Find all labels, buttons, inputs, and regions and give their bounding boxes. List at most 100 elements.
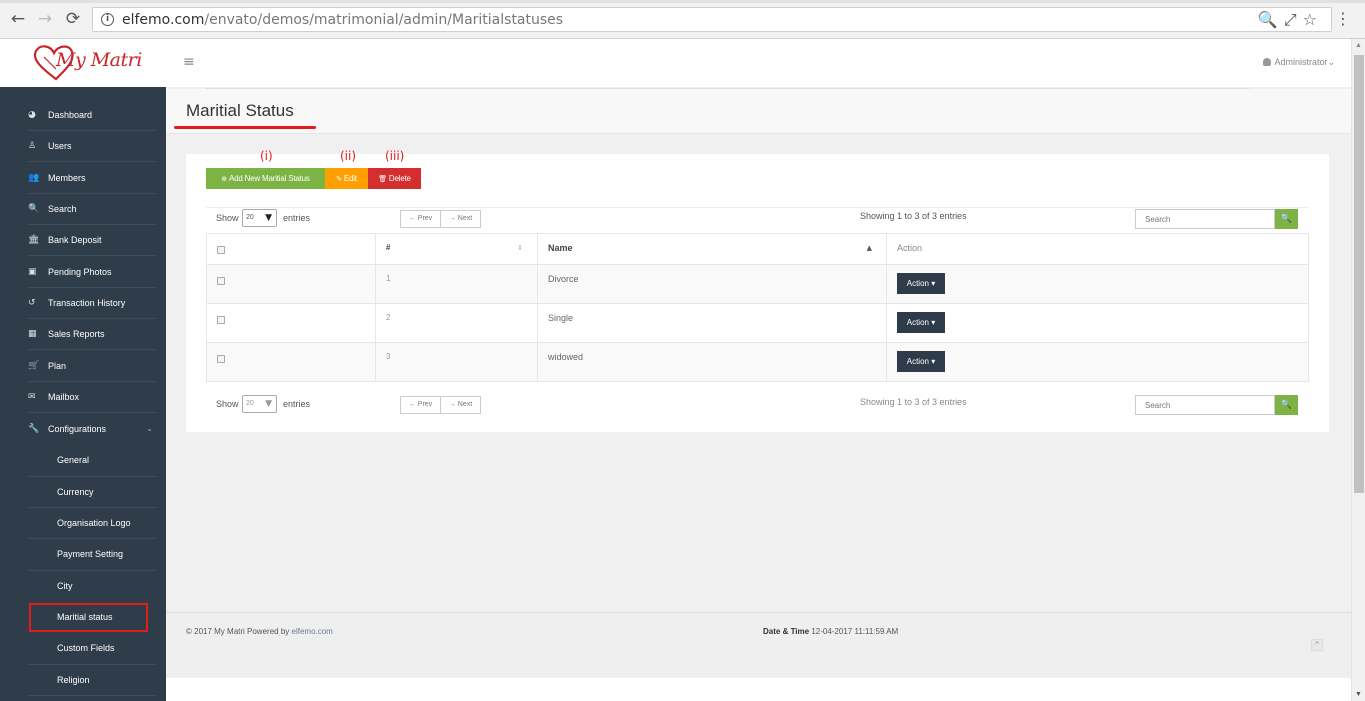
user-icon: [1263, 58, 1272, 66]
search-button[interactable]: 🔍: [1275, 209, 1298, 229]
sidebar-item-label: Transaction History: [48, 298, 126, 308]
page-size-select[interactable]: 20 ▼: [242, 395, 277, 413]
sidebar-item-label: Plan: [48, 361, 67, 371]
header-name[interactable]: Name ▲: [537, 233, 887, 265]
page-scrollbar[interactable]: ▲ ▼: [1351, 39, 1365, 701]
url-path: /envato/demos/matrimonial/admin/Maritial…: [204, 12, 564, 28]
header-number[interactable]: # ⇕: [375, 233, 538, 265]
logo-text[interactable]: My Matri: [56, 49, 142, 71]
row-select-cell: [206, 264, 376, 304]
search-input[interactable]: Search: [1135, 209, 1275, 229]
add-maritial-status-button[interactable]: ⊕ Add New Maritial Status: [206, 168, 325, 189]
sidebar-item-search[interactable]: 🔍 Search: [28, 194, 157, 225]
next-button[interactable]: → Next: [441, 397, 480, 413]
row-select-cell: [206, 342, 376, 382]
admin-menu[interactable]: Administrator⌄: [1263, 57, 1335, 68]
forward-icon[interactable]: →: [35, 9, 55, 29]
header-divider: [206, 88, 1249, 89]
powered-by-link[interactable]: elfemo.com: [292, 627, 333, 636]
sidebar-item-dashboard[interactable]: ◕ Dashboard: [28, 100, 157, 131]
scroll-top-icon[interactable]: ^: [1311, 639, 1323, 651]
sidebar-item-mailbox[interactable]: ✉ Mailbox: [28, 382, 157, 413]
content-panel: (i) (ii) (iii) ⊕ Add New Maritial Status …: [186, 149, 1329, 432]
sidebar-subitem-general[interactable]: General: [57, 455, 89, 465]
scroll-down-icon[interactable]: ▼: [1355, 691, 1362, 698]
prev-button[interactable]: ← Prev: [401, 397, 441, 413]
sidebar-subitem-payment-setting[interactable]: Payment Setting: [57, 549, 123, 559]
browser-menu-icon[interactable]: ⋮: [1335, 9, 1351, 29]
members-icon: 👥: [28, 173, 40, 183]
search-button[interactable]: 🔍: [1275, 395, 1298, 415]
page-size-select[interactable]: 20 ▼: [242, 209, 277, 227]
row-name: Divorce: [537, 264, 887, 304]
url-host: elfemo.com: [122, 12, 205, 28]
sidebar-subitem-city[interactable]: City: [57, 581, 73, 591]
date-time: Date & Time 12-04-2017 11:11:59 AM: [763, 627, 898, 636]
sidebar-subitem-organisation-logo[interactable]: Organisation Logo: [57, 518, 131, 528]
sidebar-item-label: Configurations: [48, 423, 107, 434]
sidebar-item-bank-deposit[interactable]: 🏛 Bank Deposit: [28, 225, 157, 256]
annotation-label: (iii): [385, 149, 405, 163]
sidebar-item-configurations[interactable]: 🔧 Configurations ⌄: [28, 413, 157, 444]
sidebar-subitem-religion[interactable]: Religion: [57, 675, 90, 685]
row-action-cell: Action ▾: [886, 264, 1309, 304]
row-number: 1: [375, 264, 538, 304]
user-icon: ♙: [28, 141, 37, 151]
scroll-up-icon[interactable]: ▲: [1355, 42, 1362, 49]
copyright-text: © 2017 My Matri Powered by: [186, 627, 292, 636]
sidebar-item-pending-photos[interactable]: ▣ Pending Photos: [28, 257, 157, 288]
zoom-icon[interactable]: 🔍: [1258, 10, 1284, 29]
reload-icon[interactable]: ⟳: [63, 9, 83, 29]
next-button[interactable]: → Next: [441, 211, 480, 227]
app-header: My Matri ≡ Administrator⌄: [0, 39, 1351, 87]
trash-icon: 🗑: [378, 175, 387, 183]
header-action: Action: [886, 233, 1309, 265]
row-checkbox[interactable]: [217, 316, 225, 324]
row-checkbox[interactable]: [217, 277, 225, 285]
history-icon: ↺: [28, 298, 36, 308]
site-info-icon[interactable]: i: [101, 13, 114, 26]
select-all-checkbox[interactable]: [217, 246, 225, 254]
plus-circle-icon: ⊕: [221, 175, 227, 183]
action-dropdown-button[interactable]: Action ▾: [897, 273, 945, 294]
tab-strip: [0, 0, 1365, 3]
back-icon[interactable]: ←: [8, 9, 28, 29]
row-checkbox[interactable]: [217, 355, 225, 363]
sidebar-item-transaction-history[interactable]: ↺ Transaction History: [28, 288, 157, 319]
search-input[interactable]: Search: [1135, 395, 1275, 415]
action-dropdown-button[interactable]: Action ▾: [897, 351, 945, 372]
sidebar-item-members[interactable]: 👥 Members: [28, 163, 157, 194]
prev-button[interactable]: ← Prev: [401, 211, 441, 227]
divider: [28, 538, 157, 539]
table-header-row: # ⇕ Name ▲ Action: [206, 233, 1309, 265]
menu-toggle-icon[interactable]: ≡: [183, 54, 195, 70]
scrollbar-thumb[interactable]: [1354, 55, 1364, 493]
share-icon[interactable]: ⤢: [1284, 10, 1303, 29]
column-header: #: [386, 243, 391, 252]
action-dropdown-button[interactable]: Action ▾: [897, 312, 945, 333]
star-icon[interactable]: ☆: [1303, 10, 1323, 29]
column-header: Name: [548, 243, 573, 253]
address-actions: 🔍⤢☆: [1258, 10, 1323, 30]
table-row: 3 widowed Action ▾: [206, 342, 1309, 382]
delete-button[interactable]: 🗑 Delete: [368, 168, 421, 189]
sidebar-subitem-maritial-status[interactable]: Maritial status: [29, 603, 148, 632]
divider: [28, 507, 157, 508]
delete-button-label: Delete: [388, 174, 411, 183]
column-header: Action: [897, 243, 923, 253]
edit-button-label: Edit: [343, 174, 357, 183]
table-toolbar-top: Show 20 ▼ entries ← Prev → Next Showing 1 …: [206, 207, 1309, 234]
entries-info: Showing 1 to 3 of 3 entries: [860, 211, 967, 221]
sidebar-item-plan[interactable]: 🛒 Plan: [28, 351, 157, 382]
sidebar-item-label: Sales Reports: [48, 329, 105, 339]
address-bar[interactable]: i elfemo.com/envato/demos/matrimonial/ad…: [92, 7, 1332, 32]
show-label: Show: [216, 213, 239, 223]
sidebar-subitem-custom-fields[interactable]: Custom Fields: [57, 643, 115, 653]
pagination: ← Prev → Next: [400, 210, 481, 228]
sidebar-subitem-currency[interactable]: Currency: [57, 487, 94, 497]
sidebar-item-sales-reports[interactable]: ▦ Sales Reports: [28, 319, 157, 350]
entries-info: Showing 1 to 3 of 3 entries: [860, 397, 967, 407]
url-text[interactable]: elfemo.com/envato/demos/matrimonial/admi…: [122, 12, 563, 28]
sidebar-item-users[interactable]: ♙ Users: [28, 131, 157, 162]
edit-button[interactable]: ✎ Edit: [325, 168, 368, 189]
